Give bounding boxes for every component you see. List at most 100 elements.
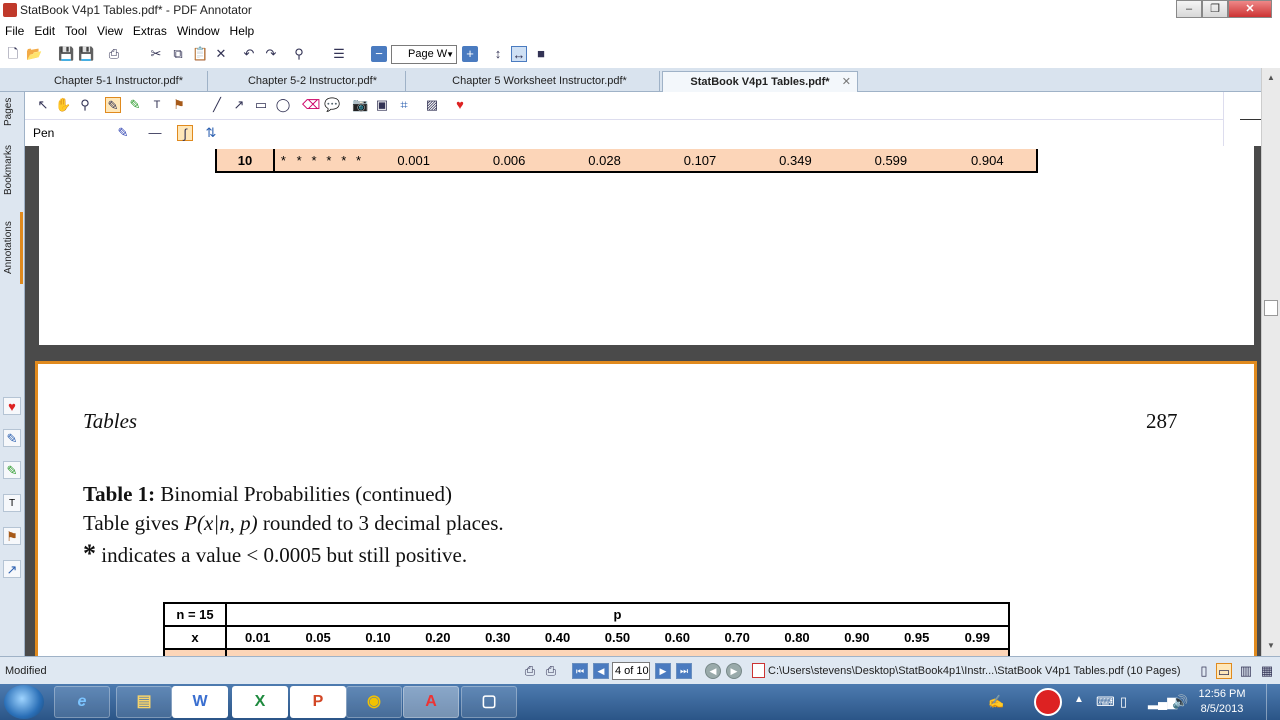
pen-input-icon[interactable]: ✍: [988, 694, 1004, 710]
straighten-icon[interactable]: ⇅: [203, 125, 219, 141]
text-tool-icon[interactable]: T: [149, 97, 165, 113]
scroll-down-icon[interactable]: ▼: [1264, 640, 1278, 652]
eraser-icon[interactable]: ⌫: [302, 97, 320, 113]
zoom-out-icon[interactable]: −: [371, 46, 387, 62]
page-layout-icon[interactable]: ☰: [331, 46, 347, 62]
two-page-view-icon[interactable]: ▥: [1238, 663, 1254, 679]
undo-icon[interactable]: ↶: [241, 46, 257, 62]
open-icon[interactable]: 📂: [26, 46, 42, 62]
new-icon[interactable]: 🗋: [5, 46, 21, 62]
paste-icon[interactable]: 📋: [192, 46, 208, 62]
ellipse-tool-icon[interactable]: ◯: [275, 97, 291, 113]
tab-chapter-5-worksheet[interactable]: Chapter 5 Worksheet Instructor.pdf*: [420, 71, 660, 92]
powerpoint-icon[interactable]: P: [290, 686, 346, 718]
continuous-view-icon[interactable]: ▭: [1216, 663, 1232, 679]
hand-icon[interactable]: ✋: [55, 97, 71, 113]
line-tool-icon[interactable]: ╱: [209, 97, 225, 113]
scroll-thumb[interactable]: [1264, 300, 1278, 316]
print-preview-icon[interactable]: ⎙: [522, 663, 538, 679]
menu-edit[interactable]: Edit: [34, 24, 55, 38]
arrow-tool-icon[interactable]: ↗: [231, 97, 247, 113]
close-button[interactable]: ✕: [1228, 0, 1272, 18]
pen-icon[interactable]: ✎: [3, 429, 21, 447]
system-clock[interactable]: 12:56 PM 8/5/2013: [1192, 687, 1252, 717]
scroll-up-icon[interactable]: ▲: [1264, 72, 1278, 84]
tray-expand-icon[interactable]: ▲: [1074, 694, 1084, 705]
comment-icon[interactable]: 💬: [324, 97, 340, 113]
excel-icon[interactable]: X: [232, 686, 288, 718]
chrome-icon[interactable]: ◉: [346, 686, 402, 718]
last-page-button[interactable]: ⏭: [676, 663, 692, 679]
camera-icon[interactable]: 📷: [352, 97, 368, 113]
internet-explorer-icon[interactable]: e: [54, 686, 110, 718]
fit-width-icon[interactable]: ↔: [511, 46, 527, 62]
save-icon[interactable]: 💾: [58, 46, 74, 62]
zoom-in-icon[interactable]: +: [462, 46, 478, 62]
print-icon[interactable]: ⎙: [106, 46, 122, 62]
copy-icon[interactable]: ⧉: [170, 46, 186, 62]
menu-help[interactable]: Help: [230, 24, 255, 38]
pen-tool-icon[interactable]: ✎: [105, 97, 121, 113]
show-desktop-button[interactable]: [1266, 684, 1280, 720]
favorites-icon[interactable]: ♥: [3, 397, 21, 415]
pdf-annotator-icon[interactable]: A: [403, 686, 459, 718]
tab-statbook-tables[interactable]: StatBook V4p1 Tables.pdf* ✕: [662, 71, 858, 92]
single-page-view-icon[interactable]: ▯: [1196, 663, 1212, 679]
power-icon[interactable]: ▯: [1120, 694, 1127, 710]
magnifier-icon[interactable]: ⚲: [77, 97, 93, 113]
menu-extras[interactable]: Extras: [133, 24, 167, 38]
side-tab-bookmarks[interactable]: Bookmarks: [3, 138, 23, 202]
video-app-icon[interactable]: ▢: [461, 686, 517, 718]
fit-height-icon[interactable]: ↕: [490, 46, 506, 62]
line-width-icon[interactable]: —: [147, 125, 163, 141]
select-icon[interactable]: ↖: [35, 97, 51, 113]
minimize-button[interactable]: –: [1176, 0, 1202, 18]
tab-chapter-5-1[interactable]: Chapter 5-1 Instructor.pdf*: [30, 71, 208, 92]
back-button[interactable]: ◀: [705, 663, 721, 679]
prev-page-button[interactable]: ◀: [593, 663, 609, 679]
text-icon[interactable]: T: [3, 494, 21, 512]
find-icon[interactable]: ⚲: [291, 46, 307, 62]
recording-icon[interactable]: [1034, 688, 1062, 716]
stamp-tool-icon[interactable]: ⚑: [171, 97, 187, 113]
file-explorer-icon[interactable]: ▤: [116, 686, 172, 718]
page-number-input[interactable]: 4 of 10: [612, 662, 650, 680]
side-tab-annotations[interactable]: Annotations: [3, 212, 23, 284]
volume-icon[interactable]: 🔊: [1172, 694, 1188, 710]
menu-view[interactable]: View: [97, 24, 123, 38]
cut-icon[interactable]: ✂: [148, 46, 164, 62]
arrow-icon[interactable]: ↗: [3, 560, 21, 578]
devices-icon[interactable]: ⌨: [1096, 694, 1115, 710]
full-screen-icon[interactable]: ■: [533, 46, 549, 62]
start-button[interactable]: [4, 685, 44, 719]
menu-window[interactable]: Window: [177, 24, 220, 38]
pen-color-icon[interactable]: ✎: [115, 125, 131, 141]
maximize-button[interactable]: ❐: [1202, 0, 1228, 18]
zoom-select[interactable]: Page W ▼: [391, 45, 457, 64]
document-view[interactable]: 10 * * * * * * 0.001 0.006 0.028 0.107 0…: [25, 146, 1261, 656]
redo-icon[interactable]: ↷: [263, 46, 279, 62]
crop-icon[interactable]: ⌗: [396, 97, 412, 113]
menu-tool[interactable]: Tool: [65, 24, 87, 38]
picture-icon[interactable]: ▨: [424, 97, 440, 113]
stamp-icon[interactable]: ⚑: [3, 527, 21, 545]
word-icon[interactable]: W: [172, 686, 228, 718]
smoothing-icon[interactable]: ∫: [177, 125, 193, 141]
rectangle-tool-icon[interactable]: ▭: [253, 97, 269, 113]
forward-button[interactable]: ▶: [726, 663, 742, 679]
menu-file[interactable]: File: [5, 24, 24, 38]
vertical-scrollbar[interactable]: ▲ ▼: [1261, 68, 1280, 656]
delete-icon[interactable]: ✕: [213, 46, 229, 62]
save-all-icon[interactable]: 💾: [78, 46, 94, 62]
highlighter-icon[interactable]: ✎: [3, 461, 21, 479]
favorites-tool-icon[interactable]: ♥: [452, 97, 468, 113]
next-page-button[interactable]: ▶: [655, 663, 671, 679]
tab-chapter-5-2[interactable]: Chapter 5-2 Instructor.pdf*: [220, 71, 406, 92]
side-tab-pages[interactable]: Pages: [3, 94, 23, 130]
highlighter-tool-icon[interactable]: ✎: [127, 97, 143, 113]
image-icon[interactable]: ▣: [374, 97, 390, 113]
print-icon[interactable]: ⎙: [543, 663, 559, 679]
first-page-button[interactable]: ⏮: [572, 663, 588, 679]
tab-close-icon[interactable]: ✕: [842, 72, 851, 92]
grid-view-icon[interactable]: ▦: [1259, 663, 1275, 679]
